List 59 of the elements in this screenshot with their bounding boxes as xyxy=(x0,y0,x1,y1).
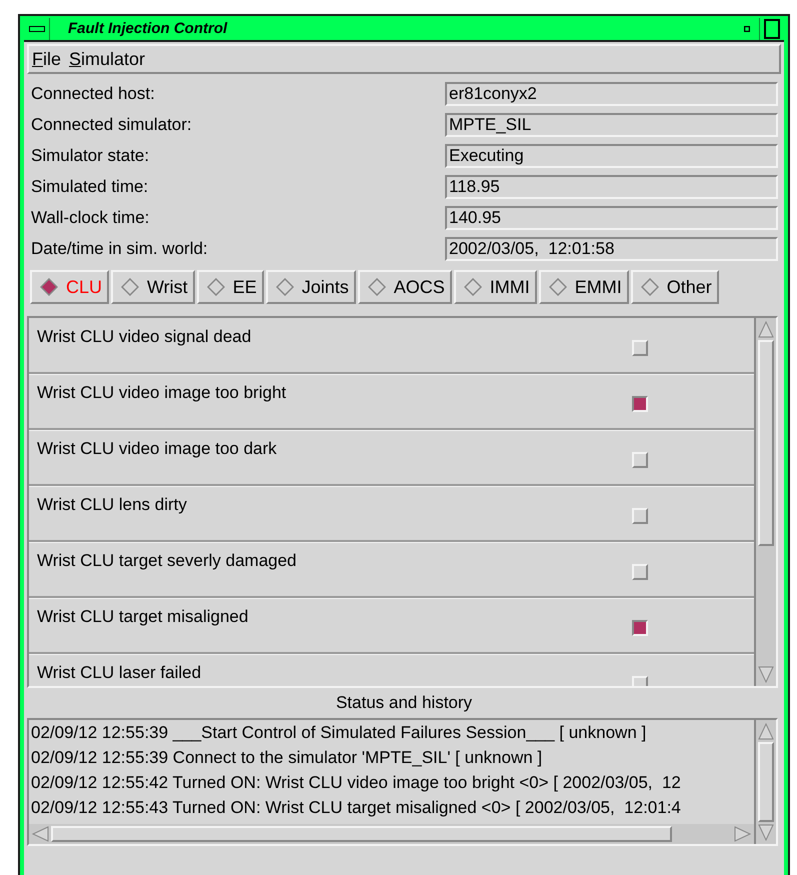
menu-item[interactable]: Simulator xyxy=(69,46,146,72)
value-field: 2002/03/05, 12:01:58 xyxy=(445,236,778,260)
menu-bar-icon xyxy=(28,26,44,32)
field-label: Connected simulator: xyxy=(31,114,193,136)
log-line: 02/09/12 12:55:42 Turned ON: Wrist CLU video image too bright <0> [ 2002/03/05, 12 xyxy=(31,772,682,794)
checkbox[interactable] xyxy=(632,620,648,636)
checkbox[interactable] xyxy=(632,396,648,412)
fault-label: Wrist CLU target misaligned xyxy=(37,606,250,628)
fault-label: Wrist CLU lens dirty xyxy=(37,494,188,516)
fault-label: Wrist CLU video image too bright xyxy=(37,382,288,404)
scroll-thumb[interactable] xyxy=(758,742,774,822)
scroll-down-icon[interactable] xyxy=(758,824,774,842)
section-title: Status and history xyxy=(334,692,474,714)
field-label: Wall-clock time: xyxy=(31,206,150,229)
tab[interactable]: Other xyxy=(630,270,719,304)
tab[interactable]: EE xyxy=(196,270,264,304)
scroll-down-icon[interactable] xyxy=(758,666,774,684)
horizontal-scrollbar[interactable] xyxy=(29,824,754,844)
radio-icon xyxy=(40,278,58,296)
field-label: Simulator state: xyxy=(31,144,150,167)
scrollbar[interactable] xyxy=(754,318,776,686)
tab[interactable]: Wrist xyxy=(111,270,195,304)
menu-item[interactable]: File xyxy=(32,46,62,72)
maximize-icon xyxy=(764,19,780,39)
value-field: er81conyx2 xyxy=(445,82,778,106)
log-line: 02/09/12 12:55:39 Connect to the simulator 'MPTE_SIL' [ unknown ] xyxy=(31,747,544,769)
scroll-thumb[interactable] xyxy=(51,826,672,842)
tab[interactable]: IMMI xyxy=(454,270,537,304)
fault-label: Wrist CLU target severly damaged xyxy=(37,550,298,572)
radio-icon xyxy=(640,278,659,296)
minimize-icon xyxy=(744,26,750,32)
log-line: 02/09/12 12:55:43 Turned ON: Wrist CLU target misaligned <0> [ 2002/03/05, 12:01:4 xyxy=(31,797,682,819)
radio-icon xyxy=(464,278,482,296)
field-label: Date/time in sim. world: xyxy=(31,238,209,260)
tab[interactable]: AOCS xyxy=(358,270,452,304)
log-line: 02/09/12 12:55:39 ___Start Control of Simulated Failures Session___ [ unknown ] xyxy=(31,722,648,744)
scroll-right-icon[interactable] xyxy=(734,826,752,842)
value-field: Executing xyxy=(445,144,778,168)
scroll-thumb[interactable] xyxy=(758,340,774,546)
value-field: 118.95 xyxy=(445,174,778,198)
scroll-up-icon[interactable] xyxy=(758,722,774,740)
field-label: Simulated time: xyxy=(31,176,150,198)
scrollbar[interactable] xyxy=(754,720,776,844)
fault-label: Wrist CLU laser failed xyxy=(37,662,202,684)
radio-icon xyxy=(121,278,140,296)
tab[interactable]: EMMI xyxy=(538,270,629,304)
radio-icon xyxy=(548,278,567,296)
radio-icon xyxy=(206,278,225,296)
field-label: Connected host: xyxy=(31,82,156,105)
value-field: MPTE_SIL xyxy=(445,112,778,136)
tab[interactable]: Joints xyxy=(266,270,356,304)
window-title: Fault Injection Control xyxy=(67,18,228,39)
radio-icon xyxy=(368,278,386,296)
scroll-left-icon[interactable] xyxy=(31,826,49,842)
scroll-up-icon[interactable] xyxy=(758,320,774,338)
fault-label: Wrist CLU video image too dark xyxy=(37,438,278,460)
value-field: 140.95 xyxy=(445,206,778,230)
fault-label: Wrist CLU video signal dead xyxy=(37,326,252,348)
radio-icon xyxy=(276,278,294,296)
